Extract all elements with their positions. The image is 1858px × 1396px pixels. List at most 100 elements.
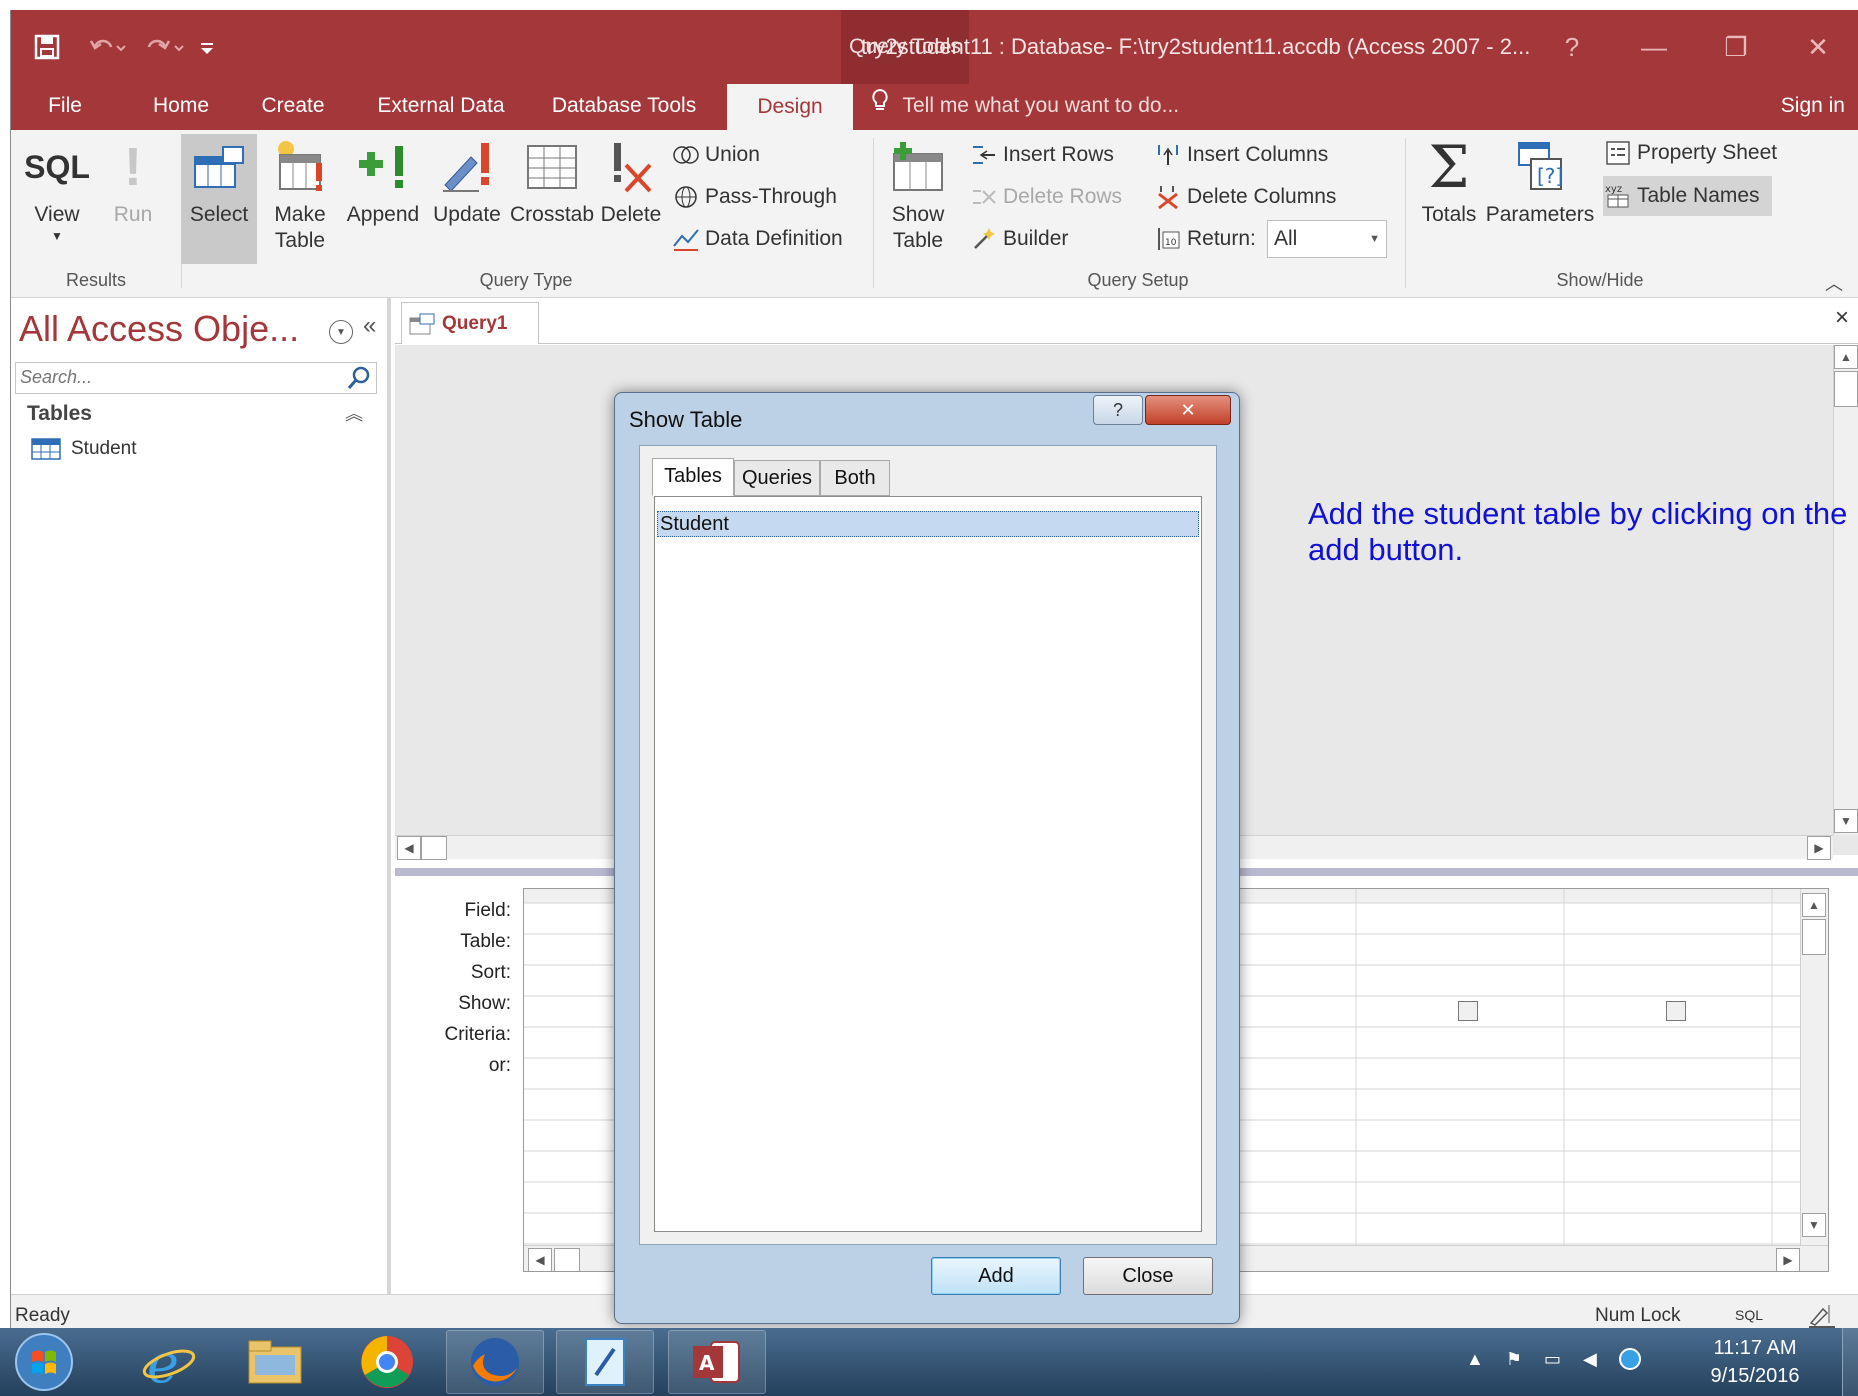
network-icon[interactable]: ▭ [1544, 1349, 1561, 1370]
save-icon[interactable] [33, 20, 61, 74]
make-table-button[interactable]: Make Table [261, 136, 339, 260]
dialog-tab-both[interactable]: Both [820, 460, 890, 496]
nav-item-label: Student [71, 438, 137, 459]
view-button[interactable]: SQL View ▼ [17, 136, 97, 260]
help-button[interactable]: ? [1531, 10, 1613, 84]
restore-button[interactable]: ❐ [1695, 10, 1777, 84]
sign-in-link[interactable]: Sign in [1781, 84, 1845, 130]
crosstab-icon [526, 136, 578, 198]
totals-button[interactable]: Σ Totals [1411, 136, 1487, 260]
return-label: Return: [1187, 227, 1256, 250]
tab-query1[interactable]: Query1 [401, 302, 539, 344]
sql-view-button[interactable]: SQL [1735, 1307, 1763, 1323]
collapse-section-icon[interactable]: ︽ [345, 400, 363, 426]
builder-button[interactable]: Builder [969, 222, 1068, 256]
delete-columns-button[interactable]: Delete Columns [1153, 180, 1336, 214]
run-button[interactable]: ! Run [97, 136, 169, 260]
tab-database-tools[interactable]: Database Tools [539, 84, 709, 130]
scroll-thumb[interactable] [1834, 371, 1858, 407]
table-names-label: Table Names [1637, 184, 1760, 207]
delete-columns-icon [1153, 184, 1183, 210]
tell-me-box[interactable]: Tell me what you want to do... [871, 84, 1179, 130]
scroll-right-icon[interactable]: ▶ [1807, 836, 1831, 860]
chrome-icon[interactable] [338, 1330, 436, 1394]
access-app-icon[interactable]: A [668, 1330, 766, 1394]
data-definition-button[interactable]: Data Definition [671, 222, 843, 256]
h-scroll-thumb[interactable] [421, 836, 447, 860]
title-bar: Query Tools try2student11 : Database- F:… [11, 10, 1858, 84]
undo-icon[interactable] [87, 20, 127, 74]
nav-search-input[interactable] [16, 363, 336, 391]
scroll-left-icon[interactable]: ◀ [397, 836, 421, 860]
nav-item-student[interactable]: Student [31, 438, 137, 460]
union-button[interactable]: Union [671, 138, 760, 172]
table-icon [31, 438, 71, 460]
shutter-bar-icon[interactable]: « [363, 312, 376, 340]
minimize-button[interactable]: — [1613, 10, 1695, 84]
start-button-icon[interactable] [4, 1330, 84, 1394]
show-hidden-icons-icon[interactable]: ▲ [1466, 1349, 1484, 1370]
tab-design[interactable]: Design [727, 84, 853, 130]
show-table-button[interactable]: Show Table [877, 136, 959, 260]
nav-pane-title[interactable]: All Access Obje... [19, 308, 299, 350]
action-center-flag-icon[interactable]: ⚑ [1506, 1349, 1522, 1370]
windows-taskbar: e A ▲ ⚑ ▭ ◀ 11:17 AM 9/15/2016 [0, 1328, 1858, 1396]
tab-external-data[interactable]: External Data [361, 84, 521, 130]
scroll-left-icon[interactable]: ◀ [528, 1248, 552, 1271]
sigma-icon: Σ [1428, 133, 1470, 201]
dialog-tab-queries[interactable]: Queries [734, 460, 820, 496]
firefox-icon[interactable] [446, 1330, 544, 1394]
tab-home[interactable]: Home [131, 84, 231, 130]
insert-columns-button[interactable]: Insert Columns [1153, 138, 1328, 172]
scroll-right-icon[interactable]: ▶ [1776, 1248, 1800, 1271]
table-names-button[interactable]: xyz Table Names [1603, 176, 1772, 216]
internet-explorer-icon[interactable]: e [120, 1330, 218, 1394]
select-query-button[interactable]: Select [181, 134, 257, 264]
design-vertical-scrollbar[interactable]: ▲ ▼ [1833, 345, 1858, 835]
dialog-help-button[interactable]: ? [1093, 395, 1143, 425]
volume-icon[interactable]: ◀ [1583, 1349, 1597, 1370]
clock[interactable]: 11:17 AM 9/15/2016 [1690, 1334, 1820, 1390]
dialog-close-button[interactable]: ✕ [1145, 395, 1231, 425]
scroll-up-icon[interactable]: ▲ [1834, 345, 1858, 369]
close-button[interactable]: ✕ [1777, 10, 1858, 84]
dialog-tab-tables[interactable]: Tables [652, 458, 734, 496]
dialog-table-list[interactable]: Student [654, 496, 1202, 1232]
pass-through-button[interactable]: Pass-Through [671, 180, 837, 214]
append-button[interactable]: Append [341, 136, 425, 260]
search-icon[interactable] [346, 365, 372, 396]
h-scroll-thumb[interactable] [554, 1248, 580, 1271]
num-lock-indicator: Num Lock [1595, 1305, 1681, 1326]
show-checkbox[interactable] [1458, 1001, 1478, 1021]
scroll-up-icon[interactable]: ▲ [1802, 893, 1826, 917]
nav-section-tables[interactable]: Tables [27, 402, 92, 426]
tab-create[interactable]: Create [243, 84, 343, 130]
parameters-button[interactable]: [?] Parameters [1485, 136, 1595, 260]
scroll-down-icon[interactable]: ▼ [1802, 1213, 1826, 1237]
delete-rows-button[interactable]: Delete Rows [969, 180, 1122, 214]
close-dialog-button[interactable]: Close [1083, 1257, 1213, 1295]
redo-icon[interactable] [141, 20, 185, 74]
file-explorer-icon[interactable] [226, 1330, 324, 1394]
grid-vertical-scrollbar[interactable]: ▲ ▼ [1800, 889, 1828, 1245]
show-checkbox[interactable] [1666, 1001, 1686, 1021]
notepad-icon[interactable] [556, 1330, 654, 1394]
add-button[interactable]: Add [931, 1257, 1061, 1295]
show-desktop-button[interactable] [1842, 1328, 1858, 1396]
update-button[interactable]: Update [427, 136, 507, 260]
clock-time: 11:17 AM [1713, 1337, 1797, 1359]
return-select[interactable]: All ▼ [1267, 220, 1387, 258]
crosstab-button[interactable]: Crosstab [507, 136, 597, 260]
close-document-icon[interactable]: × [1835, 304, 1849, 332]
scroll-thumb[interactable] [1802, 919, 1826, 955]
list-item-student[interactable]: Student [657, 511, 1199, 537]
app-tray-icon[interactable] [1618, 1348, 1641, 1370]
delete-query-button[interactable]: Delete [597, 136, 665, 260]
insert-rows-button[interactable]: Insert Rows [969, 138, 1114, 172]
collapse-ribbon-icon[interactable]: ︿ [1825, 270, 1843, 296]
scroll-down-icon[interactable]: ▼ [1834, 809, 1858, 833]
property-sheet-button[interactable]: Property Sheet [1603, 136, 1777, 170]
tab-file[interactable]: File [25, 84, 105, 130]
customize-qat-icon[interactable] [197, 20, 217, 74]
nav-menu-chevron-icon[interactable]: ▼ [329, 320, 353, 344]
